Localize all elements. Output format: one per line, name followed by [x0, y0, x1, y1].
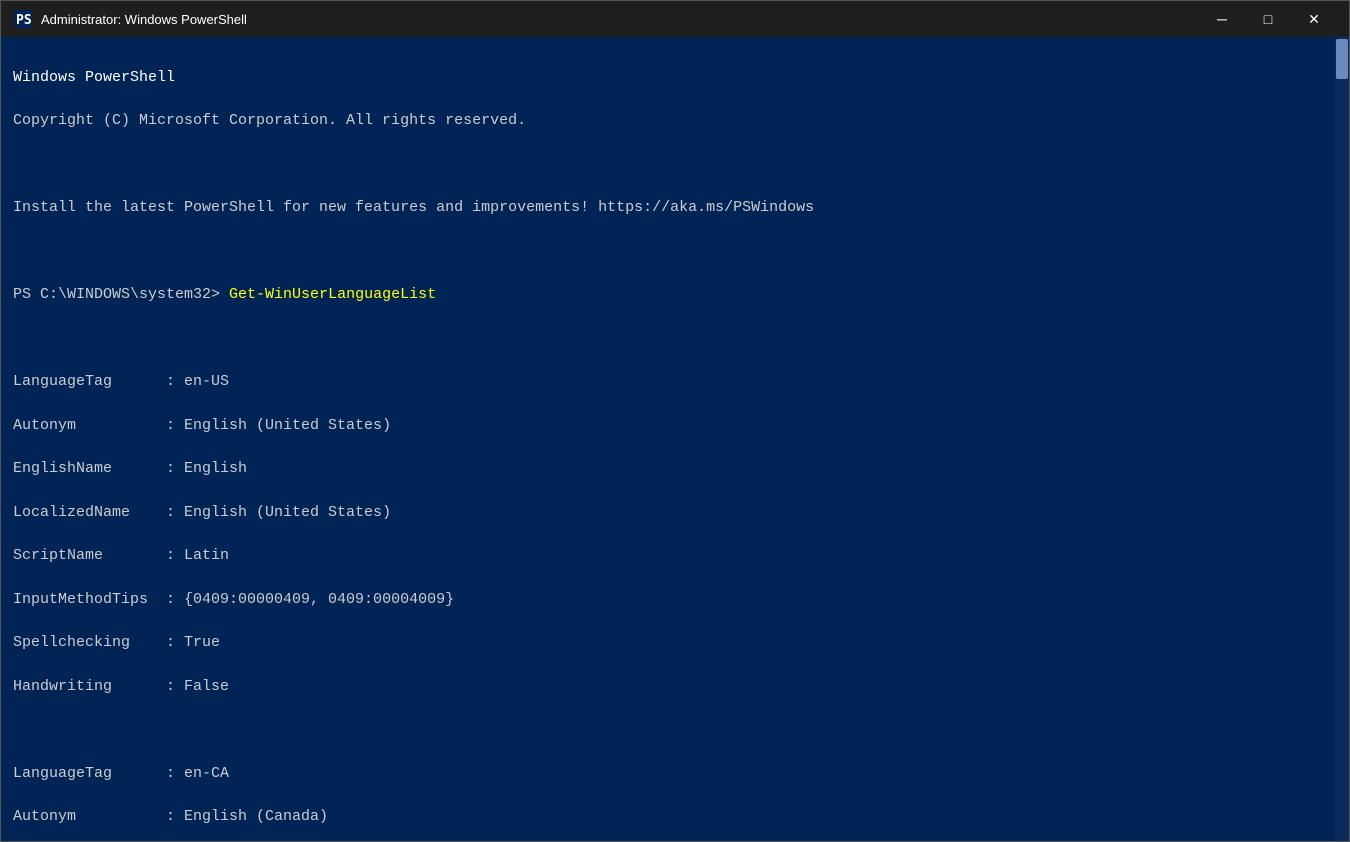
line-install: Install the latest PowerShell for new fe…	[13, 197, 1337, 219]
close-button[interactable]: ✕	[1291, 1, 1337, 37]
powershell-window: PS Administrator: Windows PowerShell ─ □…	[0, 0, 1350, 842]
powershell-icon: PS	[13, 9, 33, 29]
lang1-engname: EnglishName : English	[13, 458, 1337, 480]
lang1-inputtips: InputMethodTips : {0409:00000409, 0409:0…	[13, 589, 1337, 611]
maximize-button[interactable]: □	[1245, 1, 1291, 37]
terminal-content: Windows PowerShell Copyright (C) Microso…	[13, 45, 1337, 841]
line-cmd1: PS C:\WINDOWS\system32> Get-WinUserLangu…	[13, 284, 1337, 306]
lang1-scriptname: ScriptName : Latin	[13, 545, 1337, 567]
line-empty-1	[13, 154, 1337, 176]
lang1-autonym: Autonym : English (United States)	[13, 415, 1337, 437]
window-controls: ─ □ ✕	[1199, 1, 1337, 37]
svg-text:PS: PS	[16, 13, 32, 28]
title-bar: PS Administrator: Windows PowerShell ─ □…	[1, 1, 1349, 37]
minimize-button[interactable]: ─	[1199, 1, 1245, 37]
lang1-handwriting: Handwriting : False	[13, 676, 1337, 698]
lang1-tag: LanguageTag : en-US	[13, 371, 1337, 393]
scrollbar[interactable]	[1335, 37, 1349, 841]
line-empty-4	[13, 719, 1337, 741]
window-title: Administrator: Windows PowerShell	[41, 12, 1199, 27]
scrollbar-thumb[interactable]	[1336, 39, 1348, 79]
lang1-locname: LocalizedName : English (United States)	[13, 502, 1337, 524]
lang2-autonym: Autonym : English (Canada)	[13, 806, 1337, 828]
line-empty-2	[13, 241, 1337, 263]
lang2-tag: LanguageTag : en-CA	[13, 763, 1337, 785]
line-windows-powershell: Windows PowerShell	[13, 67, 1337, 89]
prompt-1: PS C:\WINDOWS\system32>	[13, 286, 229, 303]
lang1-spell: Spellchecking : True	[13, 632, 1337, 654]
line-empty-3	[13, 328, 1337, 350]
terminal-body[interactable]: Windows PowerShell Copyright (C) Microso…	[1, 37, 1349, 841]
cmd1-text: Get-WinUserLanguageList	[229, 286, 436, 303]
line-copyright: Copyright (C) Microsoft Corporation. All…	[13, 110, 1337, 132]
